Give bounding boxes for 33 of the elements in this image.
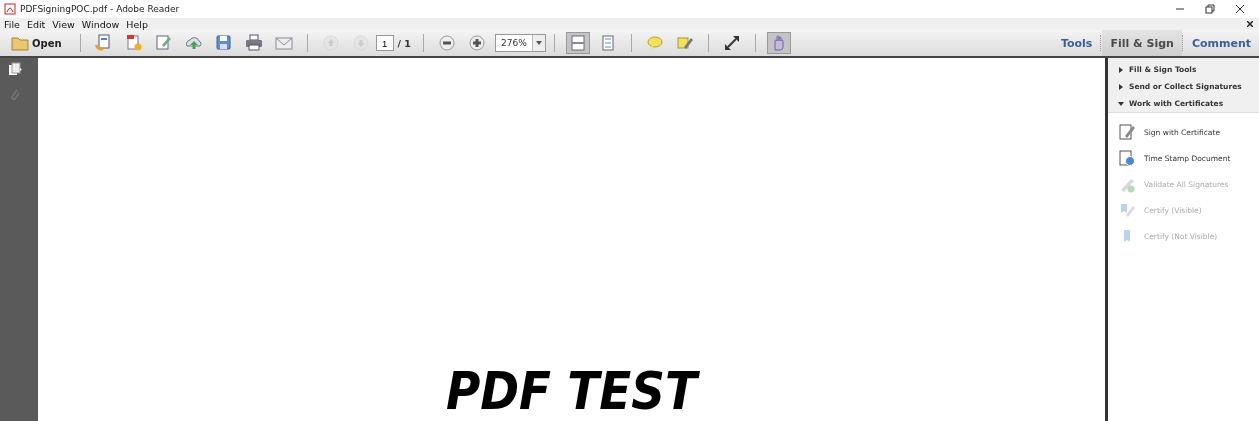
zoom-out-icon [436, 33, 457, 53]
pages-icon[interactable] [8, 62, 22, 76]
edit-document-icon [153, 33, 174, 53]
caret-icon [535, 41, 542, 45]
pen-document-icon [1118, 123, 1136, 141]
print-icon [243, 33, 264, 53]
folder-icon [11, 35, 29, 51]
menu-item[interactable]: View [52, 18, 75, 30]
open-button[interactable]: Open [9, 32, 69, 54]
close-icon[interactable] [1235, 4, 1245, 14]
page-number-field[interactable]: 1 [375, 35, 394, 51]
paperclip-icon[interactable] [9, 88, 21, 102]
menu-item[interactable]: Edit [26, 18, 46, 30]
pdf-file-icon [4, 3, 16, 15]
menu-item[interactable]: Window [81, 18, 120, 30]
clock-document-icon [1118, 149, 1136, 167]
panel-tab[interactable]: Tools [1052, 30, 1101, 56]
panel-tab[interactable]: Comment [1183, 30, 1259, 56]
single-page-button[interactable] [565, 32, 590, 54]
menu-item[interactable]: File [4, 18, 20, 30]
restore-icon[interactable] [1205, 4, 1215, 14]
speech-bubble-icon [644, 33, 665, 53]
panel-tab[interactable]: Fill & Sign [1102, 30, 1182, 56]
page-count: / 1 [397, 37, 411, 49]
zoom-dropdown[interactable]: 276% [494, 34, 546, 52]
ribbon-pen-icon [1118, 201, 1136, 219]
zoom-in-icon [466, 33, 487, 53]
arrow-up-icon [320, 33, 341, 53]
arrow-down-icon [350, 33, 371, 53]
save-icon [213, 33, 234, 53]
window-title: PDFSigningPOC.pdf - Adobe Reader [20, 4, 180, 14]
close-document-icon[interactable] [1247, 21, 1253, 27]
menu-item[interactable]: Help [126, 18, 148, 30]
